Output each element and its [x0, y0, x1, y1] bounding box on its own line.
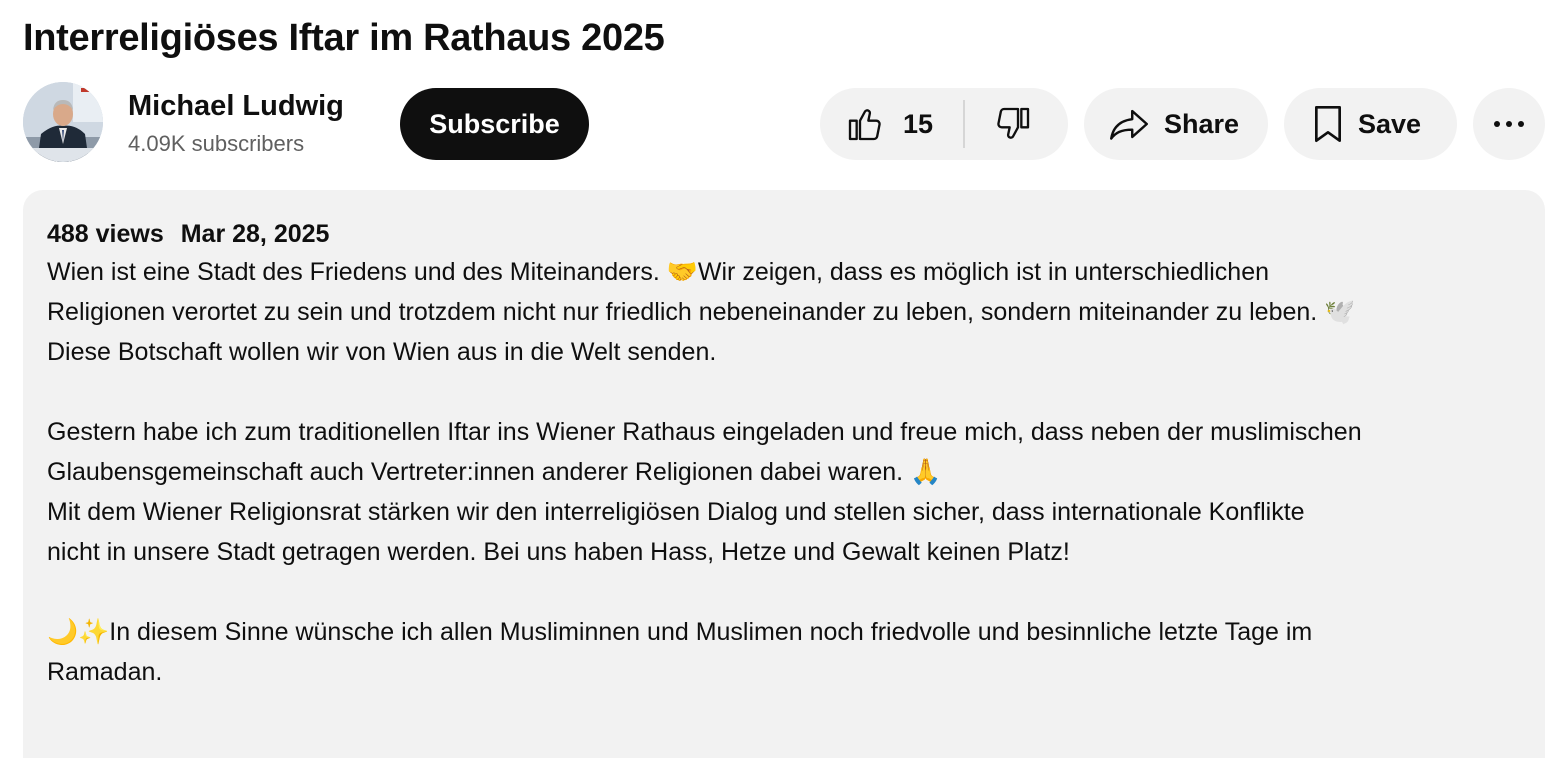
thumbs-up-icon — [848, 109, 881, 141]
subscribe-button[interactable]: Subscribe — [400, 88, 589, 160]
description-blank-line — [47, 572, 1521, 612]
video-watch-page: Interreligiöses Iftar im Rathaus 2025 Mi… — [0, 0, 1556, 758]
description-box[interactable]: 488 views Mar 28, 2025 Wien ist eine Sta… — [23, 190, 1545, 758]
thumbs-down-icon — [996, 107, 1029, 139]
channel-action-row: Michael Ludwig 4.09K subscribers Subscri… — [23, 82, 1547, 164]
description-blank-line — [47, 372, 1521, 412]
description-line: Wien ist eine Stadt des Friedens und des… — [47, 258, 1269, 286]
save-button[interactable]: Save — [1284, 88, 1457, 160]
more-actions-button[interactable] — [1473, 88, 1545, 160]
dislike-button[interactable] — [965, 88, 1068, 160]
subscriber-count: 4.09K subscribers — [128, 131, 305, 156]
like-count: 15 — [903, 108, 934, 139]
description-text: Wien ist eine Stadt des Friedens und des… — [47, 252, 1521, 692]
like-dislike-group: 15 — [820, 88, 1068, 160]
description-line: Ramadan. — [47, 658, 163, 686]
bookmark-icon — [1315, 106, 1341, 143]
share-button[interactable]: Share — [1084, 88, 1268, 160]
like-button[interactable]: 15 — [820, 88, 963, 160]
channel-avatar[interactable] — [23, 82, 103, 162]
share-arrow-icon — [1110, 109, 1148, 140]
description-line: 🌙✨In diesem Sinne wünsche ich allen Musl… — [47, 618, 1313, 646]
description-line: Mit dem Wiener Religionsrat stärken wir … — [47, 498, 1305, 526]
upload-date: Mar 28, 2025 — [180, 220, 330, 248]
description-line: Diese Botschaft wollen wir von Wien aus … — [47, 338, 717, 366]
description-line: Religionen verortet zu sein und trotzdem… — [47, 298, 1356, 326]
video-title: Interreligiöses Iftar im Rathaus 2025 — [23, 17, 665, 59]
share-label: Share — [1164, 108, 1240, 139]
avatar-photo-icon — [23, 82, 103, 162]
description-line: Gestern habe ich zum traditionellen Ifta… — [47, 418, 1362, 446]
save-label: Save — [1358, 108, 1422, 139]
description-line: Glaubensgemeinschaft auch Vertreter:inne… — [47, 458, 942, 486]
channel-name[interactable]: Michael Ludwig — [128, 88, 344, 124]
view-count: 488 views — [47, 220, 164, 248]
video-meta: 488 views Mar 28, 2025 — [47, 216, 1521, 252]
more-horizontal-icon — [1494, 121, 1524, 127]
description-line: nicht in unsere Stadt getragen werden. B… — [47, 538, 1070, 566]
